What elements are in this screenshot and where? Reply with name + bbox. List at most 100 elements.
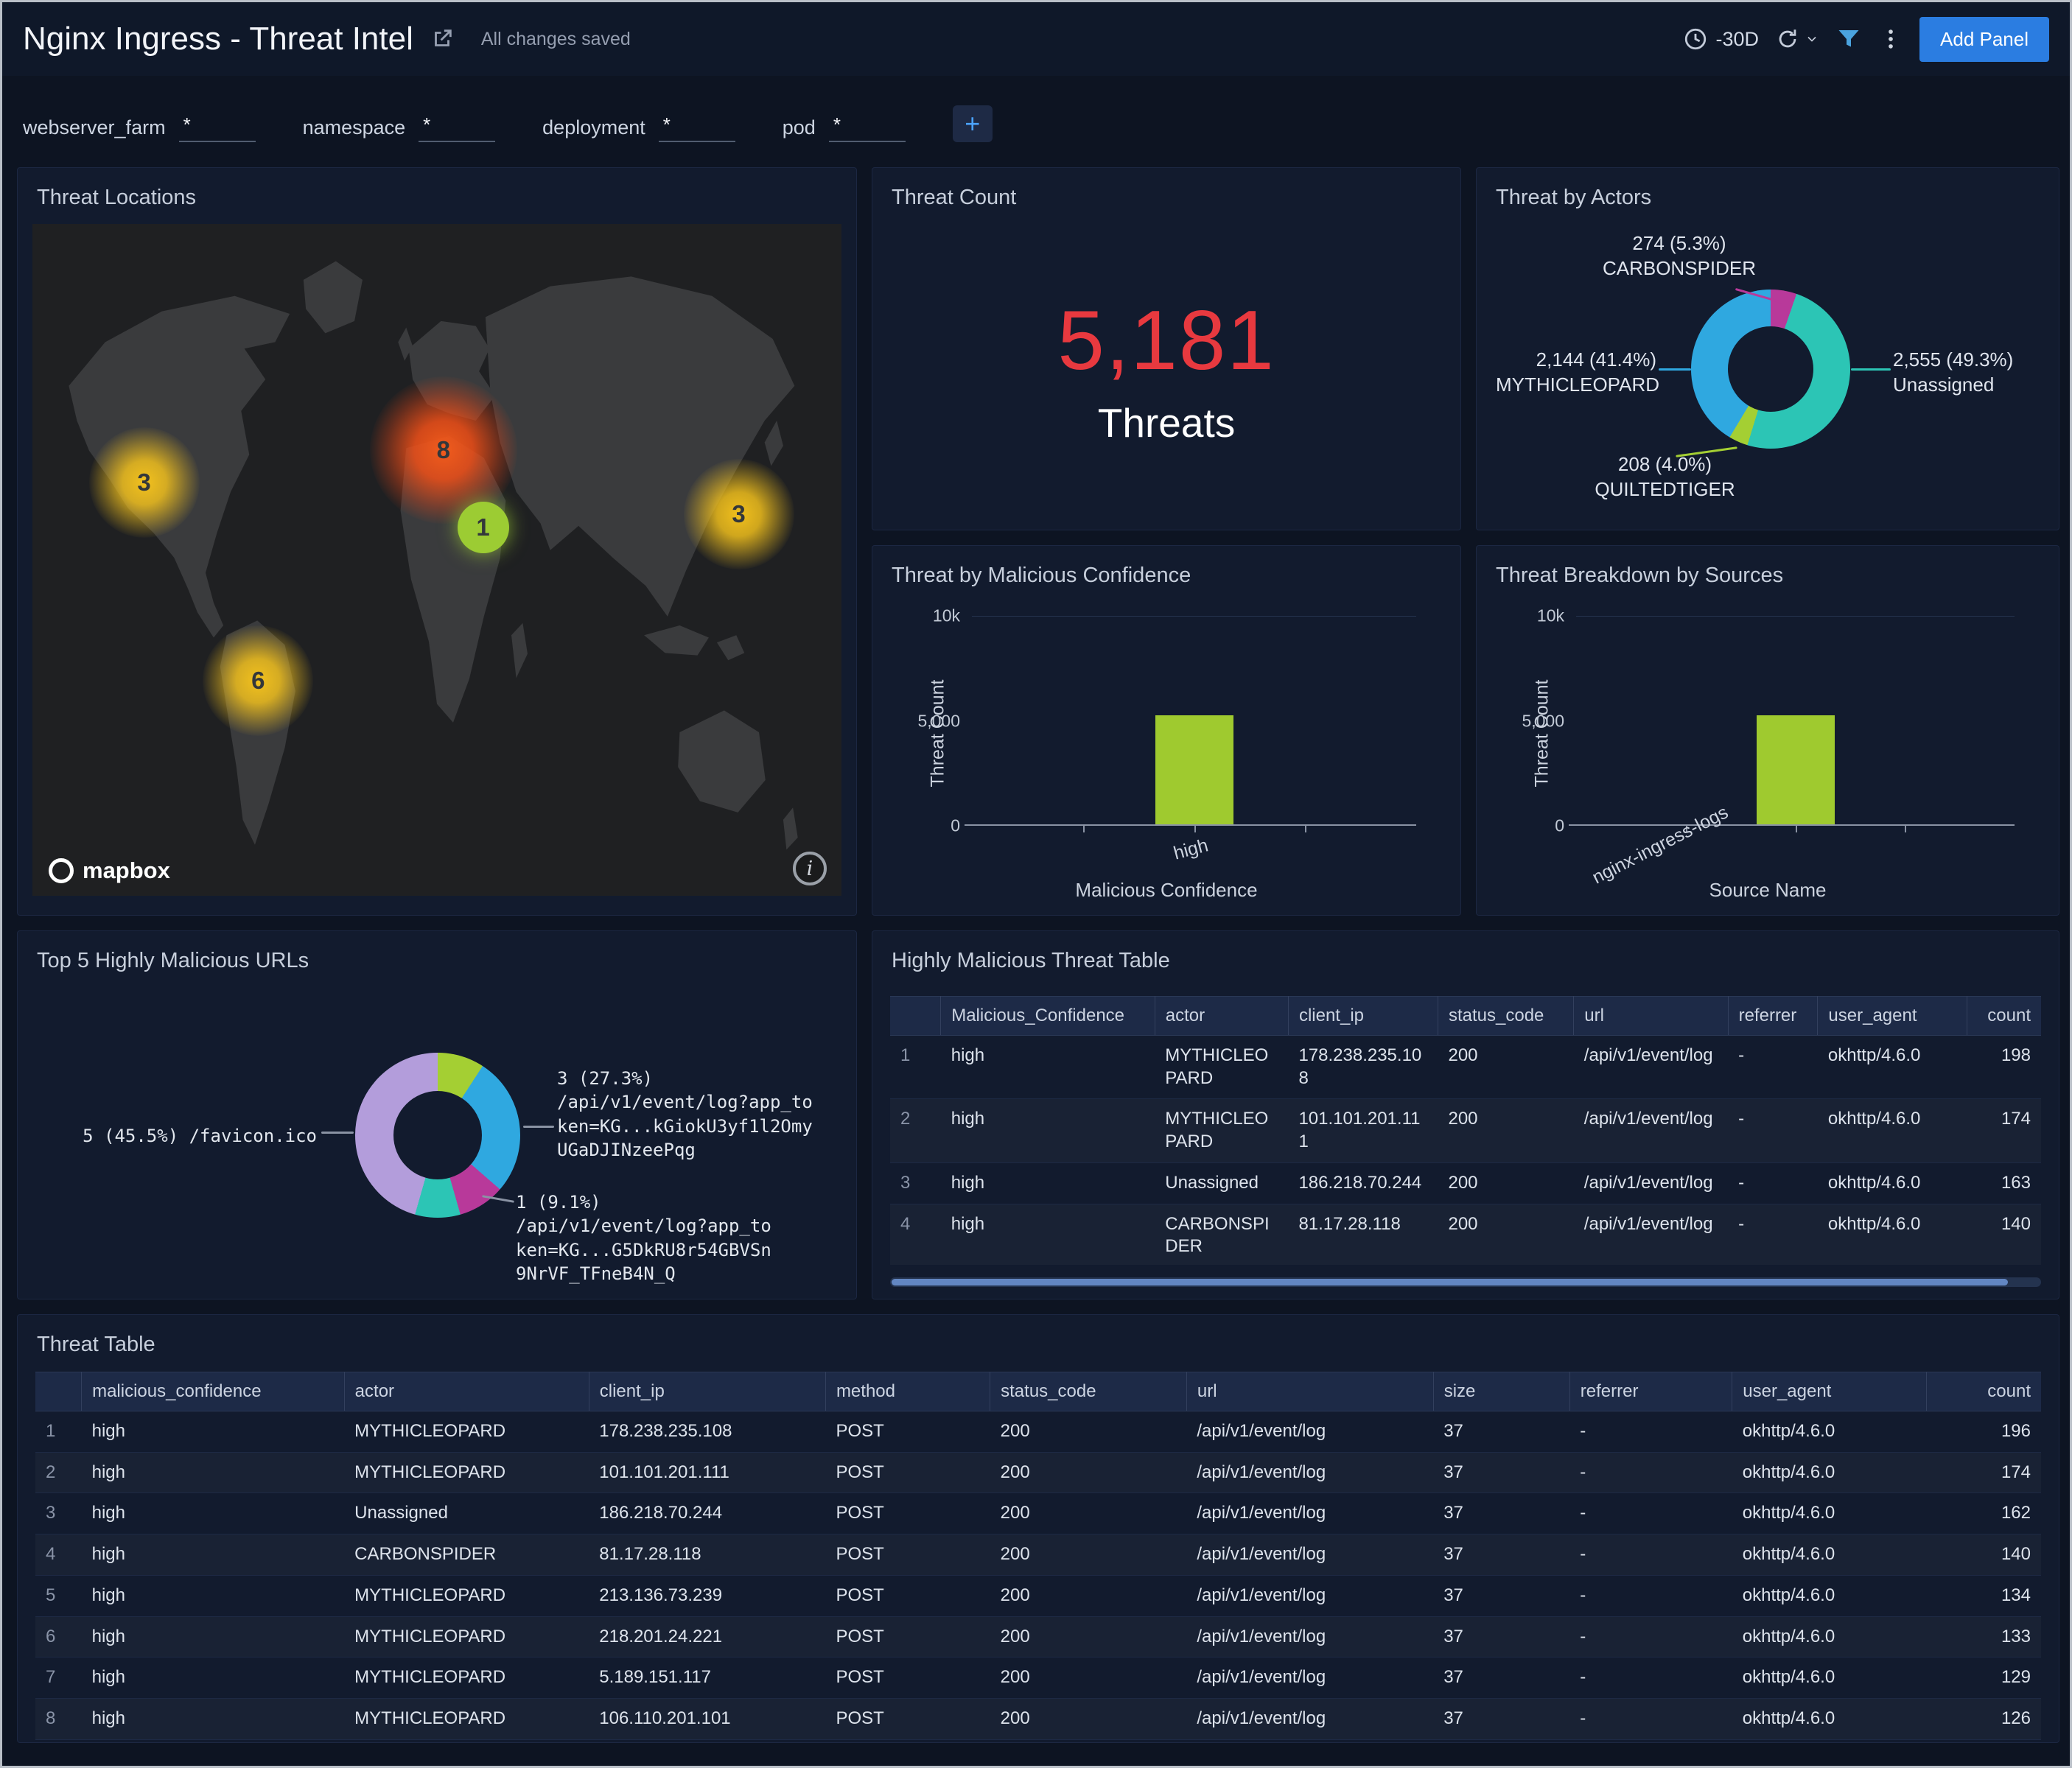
column-header[interactable] bbox=[35, 1372, 82, 1411]
table-cell: /api/v1/event/log bbox=[1186, 1616, 1433, 1658]
table-cell: 198 bbox=[1967, 1036, 2041, 1099]
row-index: 3 bbox=[890, 1162, 941, 1204]
column-header[interactable]: client_ip bbox=[1288, 997, 1438, 1036]
clock-icon bbox=[1683, 27, 1708, 52]
table-cell: 200 bbox=[990, 1534, 1187, 1576]
table-cell: - bbox=[1728, 1099, 1818, 1162]
table-cell: 140 bbox=[1927, 1534, 2041, 1576]
filter-button[interactable] bbox=[1835, 26, 1862, 52]
column-header[interactable]: client_ip bbox=[589, 1372, 825, 1411]
world-map[interactable]: 3 8 1 3 6 mapbox i bbox=[32, 224, 841, 896]
table-cell: CARBONSPIDER bbox=[344, 1534, 589, 1576]
column-header[interactable]: size bbox=[1433, 1372, 1569, 1411]
filter-label: namespace bbox=[303, 116, 406, 142]
column-header[interactable] bbox=[890, 997, 941, 1036]
filter-input-namespace[interactable]: * bbox=[419, 113, 495, 142]
table-cell: /api/v1/event/log bbox=[1574, 1036, 1728, 1099]
column-header[interactable]: user_agent bbox=[1732, 1372, 1927, 1411]
x-axis-line bbox=[965, 824, 1416, 826]
column-header[interactable]: actor bbox=[1155, 997, 1288, 1036]
table-cell: /api/v1/event/log bbox=[1186, 1411, 1433, 1453]
refresh-button[interactable] bbox=[1775, 27, 1819, 52]
slice-name: CARBONSPIDER bbox=[1587, 256, 1771, 281]
map-cluster-marker[interactable]: 8 bbox=[370, 376, 517, 524]
slice-value: 5 (45.5%) bbox=[83, 1126, 178, 1146]
panel-highly-malicious-threat-table: Highly Malicious Threat Table Malicious_… bbox=[872, 930, 2059, 1299]
scrollbar-thumb[interactable] bbox=[892, 1279, 2008, 1285]
table-cell: - bbox=[1569, 1452, 1732, 1493]
table-cell: okhttp/4.6.0 bbox=[1818, 1204, 1967, 1265]
table-cell: POST bbox=[825, 1575, 990, 1616]
bar-high[interactable] bbox=[1155, 715, 1233, 824]
slice-label-mythicleopard: 2,144 (41.4%) MYTHICLEOPARD bbox=[1496, 348, 1656, 398]
table-cell: 162 bbox=[1927, 1493, 2041, 1534]
table-cell: POST bbox=[825, 1658, 990, 1699]
x-tick-mark bbox=[1905, 826, 1906, 832]
table-cell: 37 bbox=[1433, 1616, 1569, 1658]
column-header[interactable]: malicious_confidence bbox=[82, 1372, 345, 1411]
filter-input-deployment[interactable]: * bbox=[659, 113, 735, 142]
table-cell: - bbox=[1728, 1036, 1818, 1099]
bar-nginx-ingress-logs[interactable] bbox=[1757, 715, 1835, 824]
table-cell: high bbox=[82, 1658, 345, 1699]
panel-threat-table: Threat Table malicious_confidenceactorcl… bbox=[17, 1314, 2059, 1743]
column-header[interactable]: user_agent bbox=[1818, 997, 1967, 1036]
table-cell: MYTHICLEOPARD bbox=[344, 1575, 589, 1616]
slice-value: 2,144 (41.4%) bbox=[1496, 348, 1656, 373]
table-cell: 200 bbox=[990, 1575, 1187, 1616]
column-header[interactable]: status_code bbox=[990, 1372, 1187, 1411]
row-index: 8 bbox=[35, 1699, 82, 1740]
table-cell: okhttp/4.6.0 bbox=[1732, 1616, 1927, 1658]
column-header[interactable]: count bbox=[1927, 1372, 2041, 1411]
table-cell: /api/v1/event/log bbox=[1186, 1699, 1433, 1740]
add-panel-button[interactable]: Add Panel bbox=[1919, 17, 2049, 62]
y-tick: 0 bbox=[951, 816, 960, 836]
table-cell: okhttp/4.6.0 bbox=[1818, 1036, 1967, 1099]
more-options-button[interactable] bbox=[1878, 27, 1903, 52]
y-axis-title: Threat Count bbox=[1531, 680, 1553, 787]
column-header[interactable]: referrer bbox=[1569, 1372, 1732, 1411]
column-header[interactable]: count bbox=[1967, 997, 2041, 1036]
map-cluster-marker[interactable]: 1 bbox=[458, 502, 509, 553]
table-cell: MYTHICLEOPARD bbox=[344, 1699, 589, 1740]
map-info-button[interactable]: i bbox=[793, 852, 827, 885]
y-tick: 10k bbox=[933, 606, 960, 626]
y-tick: 5,000 bbox=[1522, 711, 1564, 731]
urls-donut-chart[interactable] bbox=[355, 1053, 520, 1218]
share-button[interactable] bbox=[430, 27, 455, 52]
table-row: 8highMYTHICLEOPARD106.110.201.101POST200… bbox=[35, 1699, 2041, 1740]
gridline bbox=[972, 616, 1416, 617]
column-header[interactable]: url bbox=[1574, 997, 1728, 1036]
map-cluster-marker[interactable]: 3 bbox=[684, 459, 794, 569]
y-tick: 10k bbox=[1537, 606, 1564, 626]
column-header[interactable]: method bbox=[825, 1372, 990, 1411]
filter-input-webserver-farm[interactable]: * bbox=[179, 113, 256, 142]
table-cell: 140 bbox=[1967, 1204, 2041, 1265]
mapbox-attribution[interactable]: mapbox bbox=[49, 857, 170, 884]
x-tick-mark bbox=[1194, 826, 1196, 832]
table-cell: - bbox=[1569, 1616, 1732, 1658]
slice-name: MYTHICLEOPARD bbox=[1496, 373, 1656, 398]
actors-donut-chart[interactable] bbox=[1691, 290, 1850, 449]
table-cell: 200 bbox=[990, 1616, 1187, 1658]
time-range-button[interactable]: -30D bbox=[1683, 27, 1759, 52]
table-cell: high bbox=[82, 1452, 345, 1493]
column-header[interactable]: status_code bbox=[1438, 997, 1573, 1036]
table-cell: MYTHICLEOPARD bbox=[344, 1658, 589, 1699]
column-header[interactable]: Malicious_Confidence bbox=[941, 997, 1155, 1036]
table-cell: /api/v1/event/log bbox=[1186, 1575, 1433, 1616]
dashboard-grid: Threat Locations bbox=[2, 167, 2070, 1743]
marker-count: 3 bbox=[732, 500, 745, 528]
filter-input-pod[interactable]: * bbox=[829, 113, 906, 142]
map-cluster-marker[interactable]: 6 bbox=[203, 625, 313, 736]
table-cell: 134 bbox=[1927, 1575, 2041, 1616]
add-filter-button[interactable]: + bbox=[953, 105, 993, 142]
plot-area: 10k 5,000 0 high bbox=[972, 616, 1416, 826]
column-header[interactable]: url bbox=[1186, 1372, 1433, 1411]
table-cell: 37 bbox=[1433, 1575, 1569, 1616]
save-status: All changes saved bbox=[481, 29, 631, 50]
column-header[interactable]: referrer bbox=[1728, 997, 1818, 1036]
map-cluster-marker[interactable]: 3 bbox=[89, 427, 200, 538]
table-cell: 37 bbox=[1433, 1411, 1569, 1453]
column-header[interactable]: actor bbox=[344, 1372, 589, 1411]
